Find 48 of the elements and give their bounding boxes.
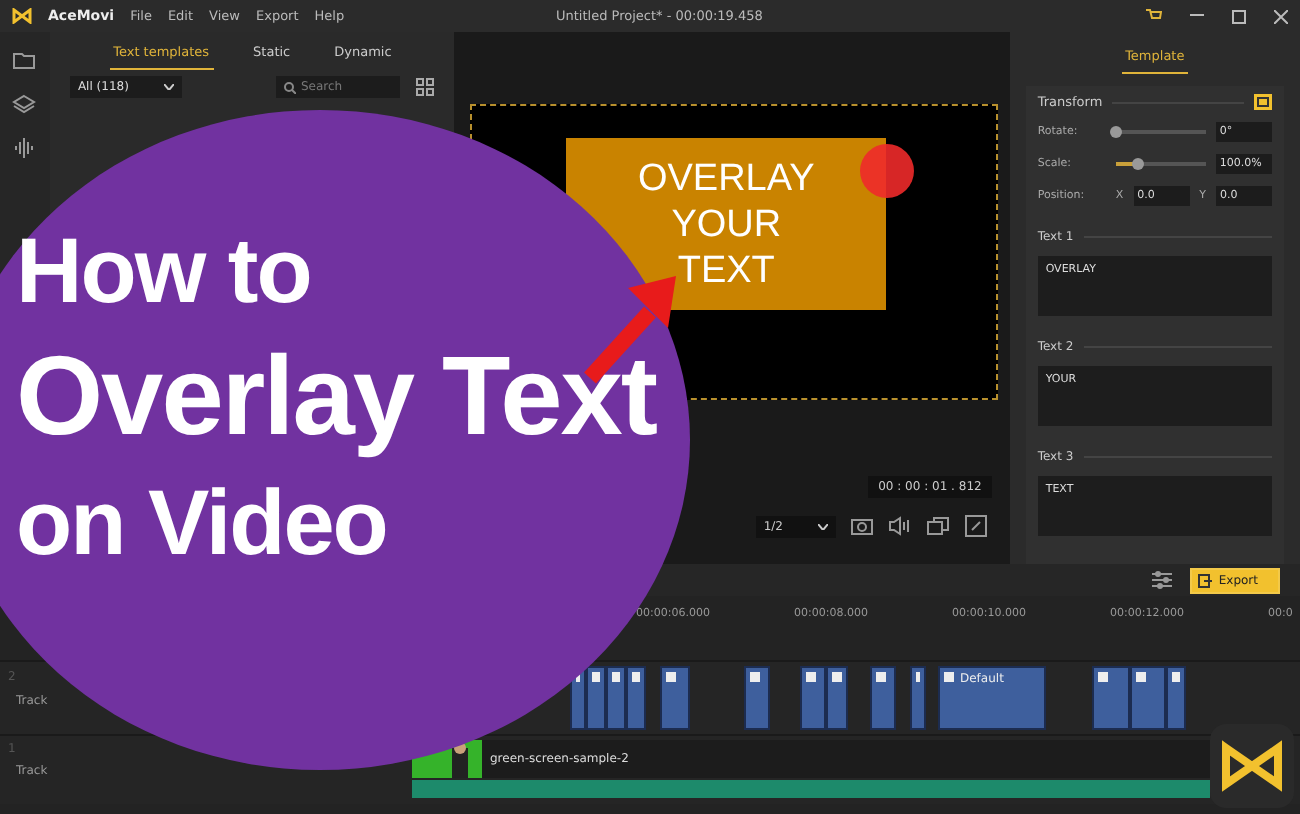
overlay-title: How to: [16, 224, 313, 316]
slider-thumb[interactable]: [1132, 158, 1145, 170]
text-icon: [612, 672, 620, 682]
text-icon: [750, 672, 760, 682]
text-icon: [944, 672, 954, 682]
export-icon: [1198, 573, 1213, 587]
text-icon: [592, 672, 600, 682]
search-icon: [284, 81, 297, 93]
slider-thumb[interactable]: [1109, 126, 1122, 138]
text-clip[interactable]: [1092, 666, 1130, 730]
text-clip[interactable]: [1130, 666, 1166, 730]
grid-view-icon[interactable]: [416, 78, 435, 96]
text-clip[interactable]: [826, 666, 848, 730]
text-icon: [632, 672, 640, 682]
text-icon: [666, 672, 676, 682]
text-icon: [806, 672, 816, 682]
pointer-dot-icon: [860, 144, 914, 198]
camera-icon[interactable]: [849, 514, 874, 538]
folder-icon[interactable]: [12, 48, 37, 72]
text-clip[interactable]: [1166, 666, 1186, 730]
overlay-title: on Video: [16, 476, 389, 568]
settings-sliders-icon[interactable]: [1150, 568, 1175, 592]
volume-icon[interactable]: [887, 514, 912, 538]
maximize-icon[interactable]: [1232, 9, 1246, 23]
text-clip[interactable]: [800, 666, 826, 730]
text-clip[interactable]: [910, 666, 926, 730]
logo-icon: [12, 8, 32, 24]
export-icon[interactable]: [1253, 94, 1272, 110]
caret-icon: [163, 84, 174, 90]
text-clip[interactable]: [870, 666, 896, 730]
window-icon[interactable]: [925, 514, 950, 538]
text-icon: [876, 672, 886, 682]
layers-icon[interactable]: [12, 92, 37, 116]
text-icon: [832, 672, 842, 682]
audio-wave-icon[interactable]: [12, 136, 37, 160]
text-icon: [1172, 672, 1180, 682]
fullscreen-icon[interactable]: [963, 514, 988, 538]
text-icon: [1098, 672, 1108, 682]
close-icon[interactable]: [1274, 9, 1288, 23]
text-icon: [1136, 672, 1146, 682]
cart-icon[interactable]: [1146, 8, 1162, 24]
text-clip[interactable]: [626, 666, 646, 730]
text-clip[interactable]: [660, 666, 690, 730]
text-clip[interactable]: [606, 666, 626, 730]
minimize-icon[interactable]: [1190, 14, 1204, 18]
text-clip[interactable]: [744, 666, 770, 730]
caret-icon: [817, 523, 828, 529]
text-clip[interactable]: [586, 666, 606, 730]
